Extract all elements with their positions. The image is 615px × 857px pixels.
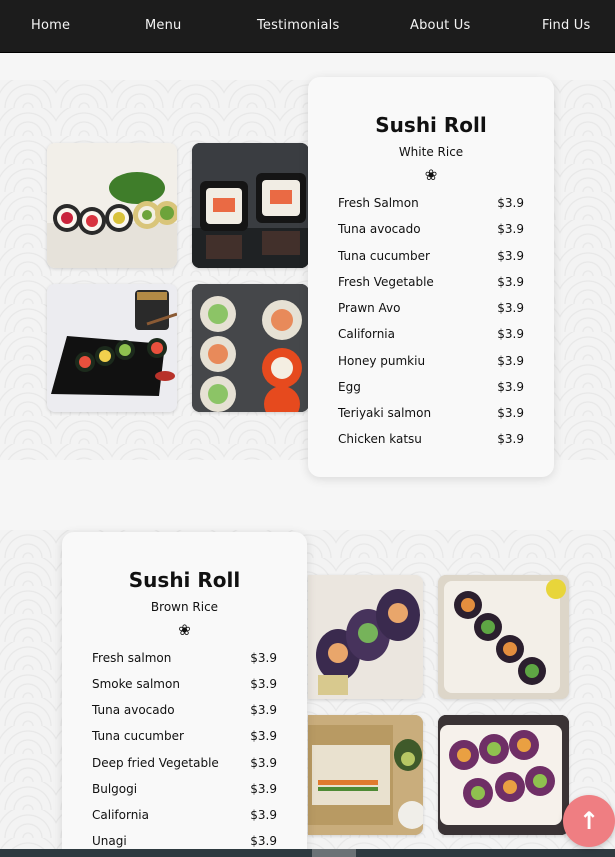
menu-item-name: Fresh Vegetable [338,275,434,289]
menu-item-name: Egg [338,380,361,394]
sushi-photo-mixed-rolls [47,143,177,268]
menu-item: Bulgogi $3.9 [92,782,277,800]
menu-title: Sushi Roll [128,568,241,592]
nav-link-menu[interactable]: Menu [145,18,182,33]
menu-item-price: $3.9 [497,249,524,263]
menu-item-price: $3.9 [497,196,524,210]
menu-item-price: $3.9 [497,354,524,368]
flower-icon: ❀ [424,166,438,184]
menu-item-name: California [92,808,149,822]
menu-item-name: Tuna cucumber [92,729,184,743]
menu-item: Deep fried Vegetable $3.9 [92,756,277,774]
menu-subtitle: White Rice [398,145,464,159]
menu-item: Smoke salmon $3.9 [92,677,277,695]
menu-item: Fresh salmon $3.9 [92,651,277,669]
menu-item: Teriyaki salmon $3.9 [338,406,524,424]
menu-item-name: Chicken katsu [338,432,422,446]
menu-item: California $3.9 [338,327,524,345]
nav-link-find-us[interactable]: Find Us [542,18,590,33]
sushi-photo-veggie-rolls-platter [438,575,569,699]
menu-item-price: $3.9 [497,406,524,420]
menu-item: Tuna avocado $3.9 [338,222,524,240]
nav-link-about-us[interactable]: About Us [410,18,470,33]
footer-strip [0,849,615,857]
sushi-photo-black-sesame-rolls [192,143,309,268]
menu-item: Tuna cucumber $3.9 [338,249,524,267]
menu-title: Sushi Roll [375,113,487,137]
arrow-up-icon: ↑ [578,807,600,835]
menu-item-price: $3.9 [250,651,277,665]
menu-item-price: $3.9 [497,275,524,289]
sushi-photo-purple-rice-plate [438,715,569,835]
menu-item-name: Bulgogi [92,782,138,796]
menu-item-price: $3.9 [250,834,277,848]
top-navigation: Home Menu Testimonials About Us Find Us [0,0,615,53]
menu-item-name: California [338,327,395,341]
menu-item-price: $3.9 [250,808,277,822]
menu-card-white-rice: Sushi Roll White Rice ❀ Fresh Salmon $3.… [308,77,554,477]
sushi-photo-california-rolls [192,284,309,412]
menu-item-name: Deep fried Vegetable [92,756,219,770]
menu-item-name: Tuna avocado [92,703,175,717]
menu-item: Egg $3.9 [338,380,524,398]
flower-icon: ❀ [178,621,191,639]
menu-item: Chicken katsu $3.9 [338,432,524,450]
sushi-photo-plated-rolls-with-chopsticks [47,284,177,412]
menu-item-name: Unagi [92,834,127,848]
menu-item-price: $3.9 [250,756,277,770]
menu-item-name: Smoke salmon [92,677,180,691]
menu-item: California $3.9 [92,808,277,826]
footer-strip-segment [312,849,356,857]
menu-item: Honey pumkiu $3.9 [338,354,524,372]
nav-link-testimonials[interactable]: Testimonials [257,18,339,33]
sushi-photo-purple-rice-rolls [308,575,423,699]
menu-item: Fresh Salmon $3.9 [338,196,524,214]
scroll-to-top-button[interactable]: ↑ [563,795,615,847]
menu-item: Prawn Avo $3.9 [338,301,524,319]
menu-item-name: Tuna avocado [338,222,421,236]
menu-item-price: $3.9 [497,327,524,341]
sushi-photo-rolling-mat [308,715,423,835]
menu-item-price: $3.9 [497,222,524,236]
nav-link-home[interactable]: Home [31,18,70,33]
menu-item-name: Honey pumkiu [338,354,426,368]
menu-item-price: $3.9 [250,782,277,796]
menu-item-price: $3.9 [497,432,524,446]
menu-item-name: Fresh salmon [92,651,172,665]
menu-item-name: Teriyaki salmon [338,406,432,420]
menu-item-name: Fresh Salmon [338,196,419,210]
menu-item: Tuna avocado $3.9 [92,703,277,721]
menu-item-name: Prawn Avo [338,301,401,315]
menu-item-price: $3.9 [497,301,524,315]
menu-card-brown-rice: Sushi Roll Brown Rice ❀ Fresh salmon $3.… [62,532,307,857]
menu-item-price: $3.9 [250,729,277,743]
menu-item: Tuna cucumber $3.9 [92,729,277,747]
menu-item-price: $3.9 [250,677,277,691]
menu-item-price: $3.9 [250,703,277,717]
menu-item-price: $3.9 [497,380,524,394]
menu-item: Fresh Vegetable $3.9 [338,275,524,293]
menu-item-name: Tuna cucumber [338,249,430,263]
menu-subtitle: Brown Rice [150,600,219,614]
